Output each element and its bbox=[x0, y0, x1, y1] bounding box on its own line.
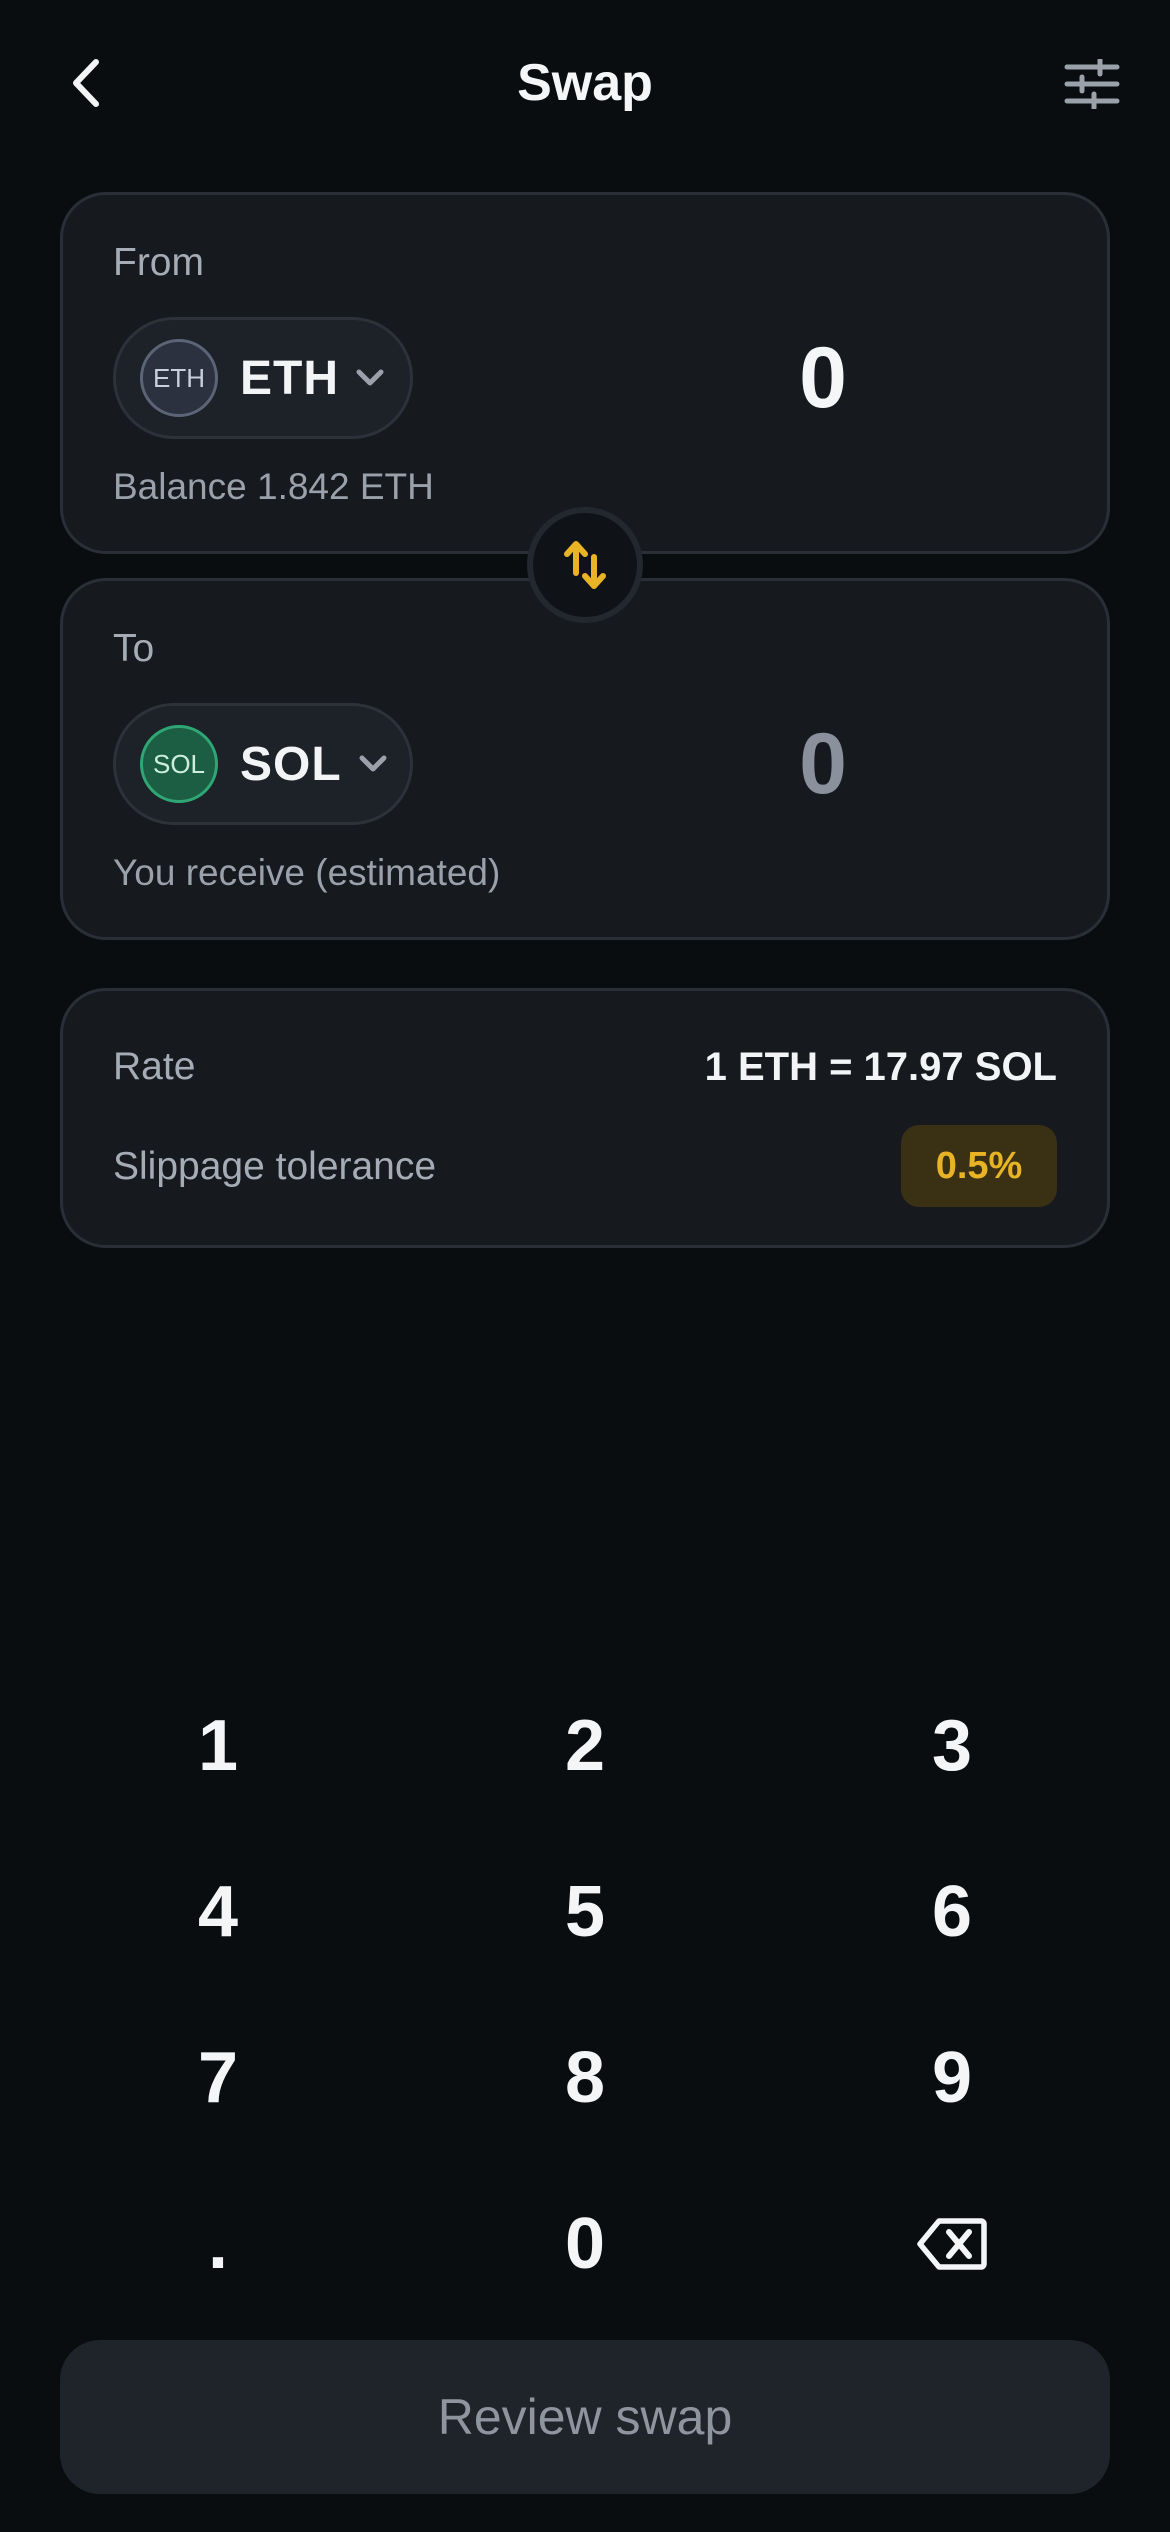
chevron-down-icon bbox=[356, 747, 390, 781]
swap-screen: Swap From ETH ETH 0 Balance 1.842 ETH To… bbox=[0, 0, 1170, 2532]
swap-direction-button[interactable] bbox=[527, 507, 643, 623]
backspace-key[interactable] bbox=[802, 2174, 1102, 2314]
from-card: From ETH ETH 0 Balance 1.842 ETH bbox=[60, 192, 1110, 554]
slippage-badge[interactable]: 0.5% bbox=[901, 1125, 1057, 1207]
key-3[interactable]: 3 bbox=[802, 1676, 1102, 1816]
page-title: Swap bbox=[517, 54, 653, 112]
from-balance: Balance 1.842 ETH bbox=[113, 466, 434, 507]
rate-value: 1 ETH = 17.97 SOL bbox=[704, 1045, 1057, 1089]
to-token-selector[interactable]: SOL SOL bbox=[113, 703, 413, 825]
from-token-selector[interactable]: ETH ETH bbox=[113, 317, 413, 439]
key-4[interactable]: 4 bbox=[68, 1842, 368, 1982]
from-amount-input[interactable]: 0 bbox=[663, 317, 983, 439]
swap-details-card: Rate 1 ETH = 17.97 SOL Slippage toleranc… bbox=[60, 988, 1110, 1248]
eth-token-icon: ETH bbox=[140, 339, 218, 417]
key-1[interactable]: 1 bbox=[68, 1676, 368, 1816]
key-7[interactable]: 7 bbox=[68, 2008, 368, 2148]
slippage-label: Slippage tolerance bbox=[113, 1145, 437, 1188]
to-label: To bbox=[113, 627, 155, 670]
rate-label: Rate bbox=[113, 1045, 196, 1088]
to-token-symbol: SOL bbox=[240, 737, 342, 791]
key-5[interactable]: 5 bbox=[435, 1842, 735, 1982]
review-swap-button[interactable]: Review swap bbox=[60, 2340, 1110, 2494]
swap-arrows-icon bbox=[564, 541, 606, 589]
to-amount: 0 bbox=[799, 716, 847, 812]
to-card: To SOL SOL 0 You receive (estimated) bbox=[60, 578, 1110, 940]
key-2[interactable]: 2 bbox=[435, 1676, 735, 1816]
key-9[interactable]: 9 bbox=[802, 2008, 1102, 2148]
sliders-icon bbox=[1064, 59, 1120, 109]
settings-button[interactable] bbox=[1058, 52, 1126, 116]
key-8[interactable]: 8 bbox=[435, 2008, 735, 2148]
key-6[interactable]: 6 bbox=[802, 1842, 1102, 1982]
key-0[interactable]: 0 bbox=[435, 2174, 735, 2314]
from-token-symbol: ETH bbox=[240, 351, 339, 405]
from-label: From bbox=[113, 241, 204, 284]
key-decimal[interactable]: . bbox=[68, 2174, 368, 2314]
backspace-icon bbox=[917, 2218, 987, 2270]
to-estimate-note: You receive (estimated) bbox=[113, 852, 501, 893]
chevron-down-icon bbox=[353, 361, 387, 395]
sol-token-icon: SOL bbox=[140, 725, 218, 803]
